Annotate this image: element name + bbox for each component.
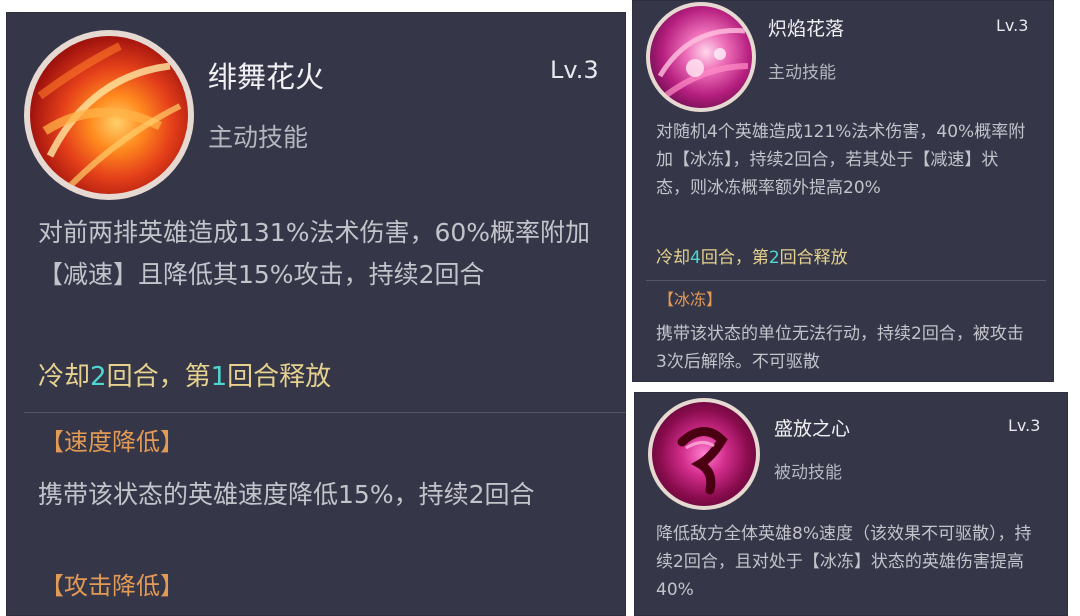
pink-blossom-vortex-icon	[650, 6, 752, 108]
skill-name: 炽焰花落	[768, 18, 845, 40]
cooldown-middle: 回合，第	[700, 248, 769, 268]
status-title-freeze: 【冰冻】	[658, 290, 723, 309]
skill-description: 对前两排英雄造成131%法术伤害，60%概率附加【减速】且降低其15%攻击，持续…	[38, 218, 591, 289]
skill-type: 被动技能	[774, 463, 842, 483]
skill-name: 盛放之心	[774, 418, 851, 440]
skill-type: 主动技能	[768, 63, 836, 83]
skill-card-chiyan-hualuo: 炽焰花落 Lv.3 主动技能 对随机4个英雄造成121%法术伤害，40%概率附加…	[632, 0, 1054, 382]
cooldown-turns: 4	[690, 248, 701, 268]
cooldown-text: 冷却4回合，第2回合释放	[656, 243, 848, 268]
skill-level: Lv.3	[996, 16, 1029, 35]
release-turn: 2	[768, 248, 780, 268]
divider	[646, 280, 1046, 281]
status-desc-freeze: 携带该状态的单位无法行动，持续2回合，被攻击3次后解除。不可驱散	[656, 324, 1024, 372]
cooldown-middle: 回合，第	[106, 362, 211, 392]
cooldown-suffix: 回合释放	[227, 362, 332, 392]
skill-type: 主动技能	[208, 123, 309, 152]
cooldown-prefix: 冷却	[38, 362, 91, 392]
skill-card-shengfang-zhixin: 盛放之心 Lv.3 被动技能 降低敌方全体英雄8%速度（该效果不可驱散），持续2…	[634, 392, 1068, 616]
divider	[24, 412, 626, 413]
cooldown-suffix: 回合释放	[779, 248, 848, 268]
cooldown-text: 冷却2回合，第1回合释放	[38, 356, 331, 393]
status-title-attack-down: 【攻击降低】	[40, 572, 184, 600]
status-desc-speed-down: 携带该状态的英雄速度降低15%，持续2回合	[38, 480, 535, 509]
skill-description: 对随机4个英雄造成121%法术伤害，40%概率附加【冰冻】，持续2回合，若其处于…	[656, 122, 1026, 198]
skill-description: 降低敌方全体英雄8%速度（该效果不可驱散），持续2回合，且对处于【冰冻】状态的英…	[656, 524, 1032, 600]
skill-name: 绯舞花火	[208, 60, 325, 94]
skill-level: Lv.3	[550, 56, 599, 84]
crimson-heart-icon	[652, 402, 756, 506]
fire-swirl-icon	[30, 36, 188, 194]
skill-level: Lv.3	[1008, 416, 1041, 435]
status-title-speed-down: 【速度降低】	[40, 428, 184, 456]
release-turn: 1	[210, 362, 228, 392]
cooldown-turns: 2	[90, 362, 107, 392]
skill-card-feiwu-huahuo: 绯舞花火 Lv.3 主动技能 对前两排英雄造成131%法术伤害，60%概率附加【…	[6, 12, 626, 616]
cooldown-prefix: 冷却	[656, 248, 690, 268]
